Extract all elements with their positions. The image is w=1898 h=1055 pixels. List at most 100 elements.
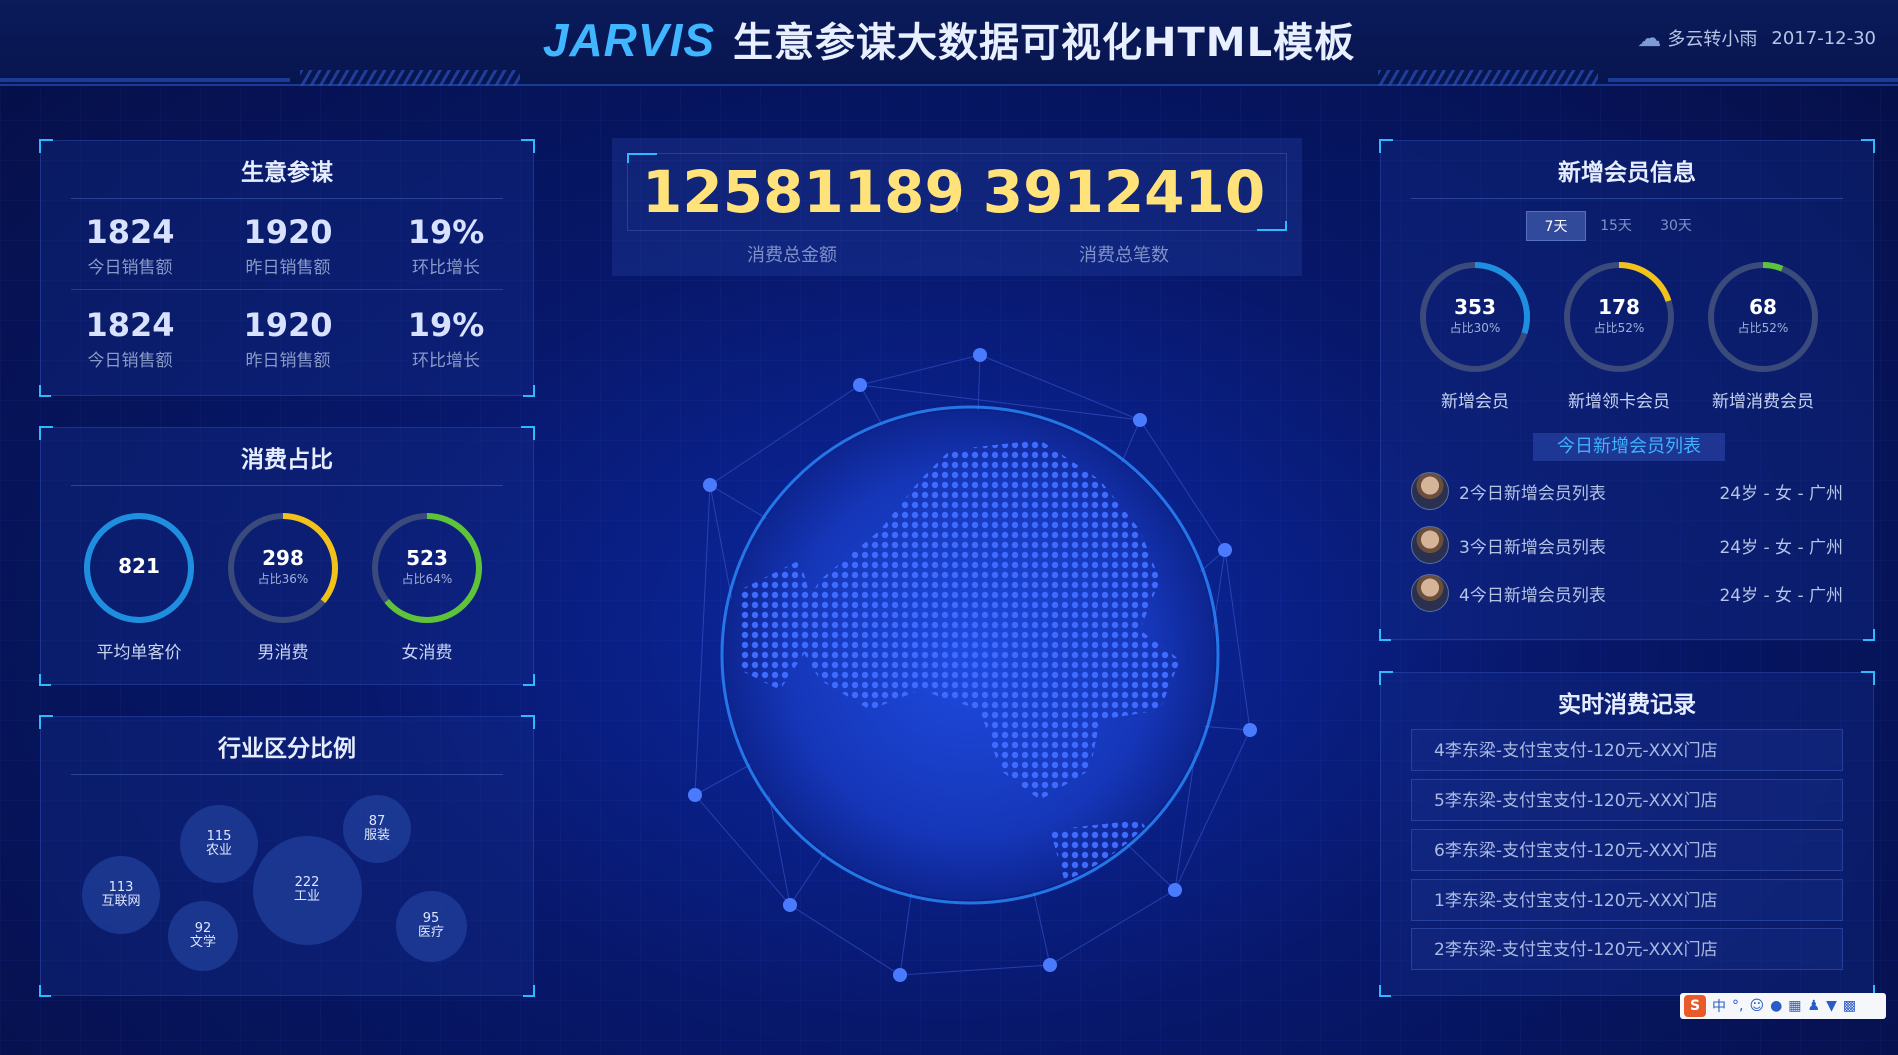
bubble-name: 服装 xyxy=(363,828,390,843)
industry-bubble[interactable]: 113 互联网 xyxy=(82,856,160,934)
industry-panel: 行业区分比例 115 农业 87 服装 222 工业 113 互联网 92 文学 95 医疗 xyxy=(39,715,535,997)
ring-center: 178 占比52% xyxy=(1549,295,1689,336)
records-panel: 实时消费记录 4李东梁-支付宝支付-120元-XXX门店 5李东梁-支付宝支付-… xyxy=(1379,671,1875,997)
member-name: 3今日新增会员列表 xyxy=(1459,537,1606,558)
stat-value: 19% xyxy=(407,213,485,251)
ime-language[interactable]: 中 xyxy=(1712,996,1726,1016)
page-title: JARVIS 生意参谋大数据可视化HTML模板 xyxy=(0,10,1898,68)
ring-value: 353 xyxy=(1454,295,1496,319)
ring-center: 68 占比52% xyxy=(1693,295,1833,336)
industry-bubble[interactable]: 115 农业 xyxy=(180,805,258,883)
bubble-name: 文学 xyxy=(189,935,216,950)
ring-gauge: 821 平均单客价 xyxy=(69,508,209,663)
industry-bubble[interactable]: 92 文学 xyxy=(168,901,238,971)
ring-value: 523 xyxy=(406,546,448,570)
weather-text: 多云转小雨 xyxy=(1667,29,1758,50)
stat-growth: 19% 环比增长 xyxy=(371,213,521,278)
stat-value: 1920 xyxy=(243,213,333,251)
ring-percent: 占比30% xyxy=(1449,321,1501,335)
record-item[interactable]: 2李东梁-支付宝支付-120元-XXX门店 xyxy=(1411,928,1843,970)
tab-30-days[interactable]: 30天 xyxy=(1646,211,1706,241)
record-item[interactable]: 6李东梁-支付宝支付-120元-XXX门店 xyxy=(1411,829,1843,871)
ring-center: 353 占比30% xyxy=(1405,295,1545,336)
grid-icon[interactable]: ▩ xyxy=(1843,998,1856,1014)
header: JARVIS 生意参谋大数据可视化HTML模板 ☁ 多云转小雨 2017-12-3… xyxy=(0,0,1898,86)
bubble-name: 医疗 xyxy=(417,925,444,940)
user-icon[interactable]: ♟ xyxy=(1808,998,1821,1014)
stat-yesterday-sales: 1920 昨日销售额 xyxy=(213,213,363,278)
ring-label: 女消费 xyxy=(401,643,453,663)
stat-label: 环比增长 xyxy=(412,351,480,371)
ring-gauge: 298 占比36% 男消费 xyxy=(213,508,353,663)
ring-percent: 占比36% xyxy=(257,572,309,586)
ring-percent: 占比52% xyxy=(1593,321,1645,335)
stat-label: 昨日销售额 xyxy=(245,351,331,371)
stat-today-sales: 1824 今日销售额 xyxy=(55,213,205,278)
stat-label: 今日销售额 xyxy=(87,258,173,278)
member-row[interactable]: 2今日新增会员列表 24岁 - 女 - 广州 xyxy=(1411,471,1843,511)
ring-label: 平均单客价 xyxy=(96,643,182,663)
cloud-rain-icon: ☁ xyxy=(1637,24,1662,52)
total-count: 3912410 xyxy=(982,158,1266,226)
industry-bubble[interactable]: 87 服装 xyxy=(343,795,411,863)
member-info: 24岁 - 女 - 广州 xyxy=(1719,585,1843,606)
header-bar-right xyxy=(1608,78,1898,82)
member-row[interactable]: 3今日新增会员列表 24岁 - 女 - 广州 xyxy=(1411,525,1843,565)
tab-7-days[interactable]: 7天 xyxy=(1526,211,1586,241)
date-text: 2017-12-30 xyxy=(1771,27,1876,49)
stat-value: 1920 xyxy=(243,306,333,344)
bubble-value: 222 xyxy=(294,875,320,890)
ring-label: 新增消费会员 xyxy=(1712,392,1814,412)
total-count-label: 消费总笔数 xyxy=(1079,245,1169,266)
ime-toolbar[interactable]: S 中 °, ☺ ● ▦ ♟ ▼ ▩ xyxy=(1680,993,1886,1019)
bubble-name: 工业 xyxy=(293,889,320,904)
industry-bubble[interactable]: 95 医疗 xyxy=(395,890,467,962)
record-item[interactable]: 5李东梁-支付宝支付-120元-XXX门店 xyxy=(1411,779,1843,821)
consumption-panel: 消费占比 821 平均单客价 298 占比36% 男消费 523 占比64% 女消费 xyxy=(39,426,535,686)
ring-value: 298 xyxy=(262,546,304,570)
bubble-name: 互联网 xyxy=(101,894,141,909)
records-title: 实时消费记录 xyxy=(1558,692,1696,718)
members-panel: 新增会员信息 7天 15天 30天 353 占比30% 新增会员 178 占比52% 新增… xyxy=(1379,139,1875,641)
stat-growth-2: 19% 环比增长 xyxy=(371,306,521,371)
record-item[interactable]: 4李东梁-支付宝支付-120元-XXX门店 xyxy=(1411,729,1843,771)
header-stripe-right xyxy=(1378,70,1598,86)
stat-value: 19% xyxy=(407,306,485,344)
jarvis-logo: JARVIS xyxy=(542,14,716,66)
ring-value: 178 xyxy=(1598,295,1640,319)
ring-center: 821 xyxy=(69,554,209,578)
punctuation-icon[interactable]: °, xyxy=(1732,998,1743,1014)
skin-icon[interactable]: ▼ xyxy=(1826,998,1837,1014)
title-text: 生意参谋大数据可视化HTML模板 xyxy=(733,20,1356,66)
member-row[interactable]: 4今日新增会员列表 24岁 - 女 - 广州 xyxy=(1411,573,1843,613)
industry-bubble[interactable]: 222 工业 xyxy=(252,835,362,945)
avatar xyxy=(1411,526,1449,564)
weather-widget: ☁ 多云转小雨 2017-12-30 xyxy=(1637,24,1876,52)
avatar xyxy=(1411,472,1449,510)
globe-svg xyxy=(688,348,1257,982)
tab-15-days[interactable]: 15天 xyxy=(1586,211,1646,241)
bubble-value: 95 xyxy=(422,911,440,926)
ring-label: 新增领卡会员 xyxy=(1568,392,1670,412)
stat-yesterday-sales-2: 1920 昨日销售额 xyxy=(213,306,363,371)
ring-value: 68 xyxy=(1749,295,1777,319)
ring-gauge: 68 占比52% 新增消费会员 xyxy=(1693,257,1833,412)
ring-percent: 占比52% xyxy=(1737,321,1789,335)
divider xyxy=(71,289,503,290)
sogou-logo-icon[interactable]: S xyxy=(1684,995,1706,1017)
microphone-icon[interactable]: ● xyxy=(1770,998,1782,1014)
ring-gauge: 178 占比52% 新增领卡会员 xyxy=(1549,257,1689,412)
record-item[interactable]: 1李东梁-支付宝支付-120元-XXX门店 xyxy=(1411,879,1843,921)
member-info: 24岁 - 女 - 广州 xyxy=(1719,483,1843,504)
ring-value: 821 xyxy=(118,554,160,578)
stat-value: 1824 xyxy=(85,213,175,251)
member-list-title: 今日新增会员列表 xyxy=(1533,433,1725,461)
bubble-value: 113 xyxy=(108,880,134,895)
keyboard-icon[interactable]: ▦ xyxy=(1788,998,1801,1014)
header-stripe-left xyxy=(300,70,520,86)
globe-visual xyxy=(620,330,1320,990)
ring-gauge: 523 占比64% 女消费 xyxy=(357,508,497,663)
bubble-name: 农业 xyxy=(205,843,232,858)
industry-title: 行业区分比例 xyxy=(71,731,503,775)
emoji-icon[interactable]: ☺ xyxy=(1749,998,1764,1014)
